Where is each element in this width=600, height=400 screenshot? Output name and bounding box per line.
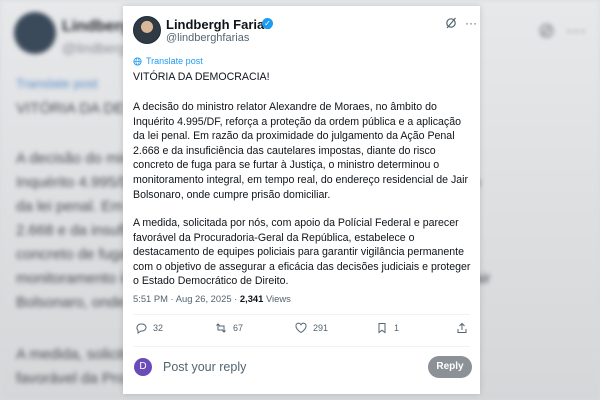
background-translate: Translate post (16, 76, 98, 91)
share-action[interactable] (456, 322, 468, 334)
post-paragraph-2: A medida, solicitada por nós, com apoio … (133, 217, 471, 288)
translate-post-link[interactable]: Translate post (133, 56, 203, 66)
translate-icon (133, 56, 142, 66)
post-meta: 5:51 PM · Aug 26, 2025 · 2,341 Views (133, 293, 291, 304)
like-action[interactable]: 291 (295, 322, 328, 334)
verified-badge-icon[interactable]: ✓ (262, 18, 273, 29)
view-count: 2,341 (239, 293, 264, 304)
repost-count: 67 (233, 323, 244, 333)
post-headline: VITÓRIA DA DEMOCRACIA! (133, 71, 270, 83)
background-more-icon: ⊘ ··· (538, 20, 586, 42)
post-time[interactable]: 5:51 PM (133, 293, 168, 304)
repost-icon (216, 323, 226, 333)
bookmark-icon (378, 323, 386, 334)
views-label: Views (265, 293, 291, 304)
divider (133, 314, 470, 315)
bookmark-count: 1 (394, 323, 400, 333)
background-avatar (14, 12, 56, 54)
bookmark-action[interactable]: 1 (376, 322, 399, 334)
current-user-avatar[interactable]: D (134, 358, 152, 376)
divider (133, 346, 470, 347)
action-bar: 32 67 291 1 (123, 322, 480, 340)
reply-icon (136, 323, 147, 334)
translate-label: Translate post (146, 56, 203, 66)
reply-action[interactable]: 32 (135, 322, 163, 334)
grok-icon[interactable] (445, 17, 457, 29)
post-paragraph-1: A decisão do ministro relator Alexandre … (133, 101, 469, 201)
like-count: 291 (313, 323, 329, 333)
post-card: Lindbergh Farias ✓ @lindberghfarias ··· … (123, 6, 480, 394)
author-display-name[interactable]: Lindbergh Farias (166, 17, 271, 32)
post-date[interactable]: Aug 26, 2025 (176, 293, 232, 304)
share-icon (457, 322, 467, 333)
repost-action[interactable]: 67 (215, 322, 243, 334)
reply-input[interactable]: Post your reply (163, 360, 246, 374)
author-avatar[interactable] (133, 16, 161, 44)
reply-button[interactable]: Reply (428, 356, 472, 378)
author-handle[interactable]: @lindberghfarias (166, 32, 249, 44)
more-options-icon[interactable]: ··· (465, 16, 477, 30)
reply-count: 32 (153, 323, 164, 333)
heart-icon (295, 322, 307, 334)
